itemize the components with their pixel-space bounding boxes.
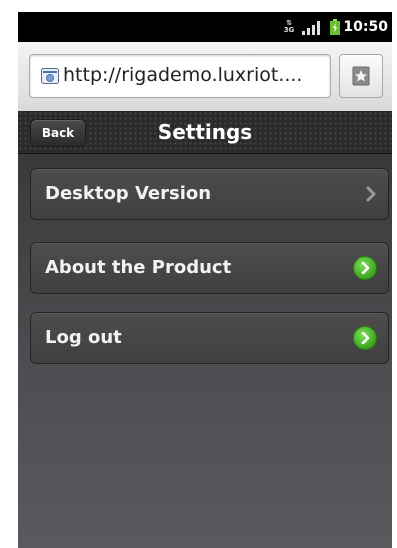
green-arrow-circle-icon xyxy=(353,326,377,350)
app-header: Settings Back xyxy=(18,111,392,154)
status-clock: 10:50 xyxy=(343,19,388,35)
menu-item-about-product[interactable]: About the Product xyxy=(30,242,389,294)
url-text: http://rigademo.luxriot.... xyxy=(63,64,303,86)
green-arrow-circle-icon xyxy=(353,256,377,280)
bookmark-button[interactable] xyxy=(339,54,383,98)
battery-charging-icon xyxy=(330,19,340,35)
menu-item-label: About the Product xyxy=(45,257,232,278)
url-field[interactable]: http://rigademo.luxriot.... xyxy=(29,54,331,98)
menu-item-label: Desktop Version xyxy=(45,183,212,204)
back-button[interactable]: Back xyxy=(30,119,86,147)
bookmark-star-icon xyxy=(352,66,370,86)
status-bar: ⇅ 3G 10:50 xyxy=(18,12,392,42)
signal-strength-icon xyxy=(302,21,320,35)
settings-content: Desktop Version About the Product Log ou… xyxy=(18,154,392,548)
phone-screen: ⇅ 3G 10:50 http://rigademo.luxriot.... S… xyxy=(18,12,392,548)
network-3g-icon: ⇅ 3G xyxy=(283,19,295,34)
chevron-right-icon xyxy=(366,186,376,202)
network-label: 3G xyxy=(283,26,295,34)
browser-url-bar: http://rigademo.luxriot.... xyxy=(18,42,392,112)
menu-item-log-out[interactable]: Log out xyxy=(30,312,389,364)
menu-item-label: Log out xyxy=(45,327,122,348)
menu-item-desktop-version[interactable]: Desktop Version xyxy=(30,168,389,220)
page-favicon-icon xyxy=(41,68,59,84)
